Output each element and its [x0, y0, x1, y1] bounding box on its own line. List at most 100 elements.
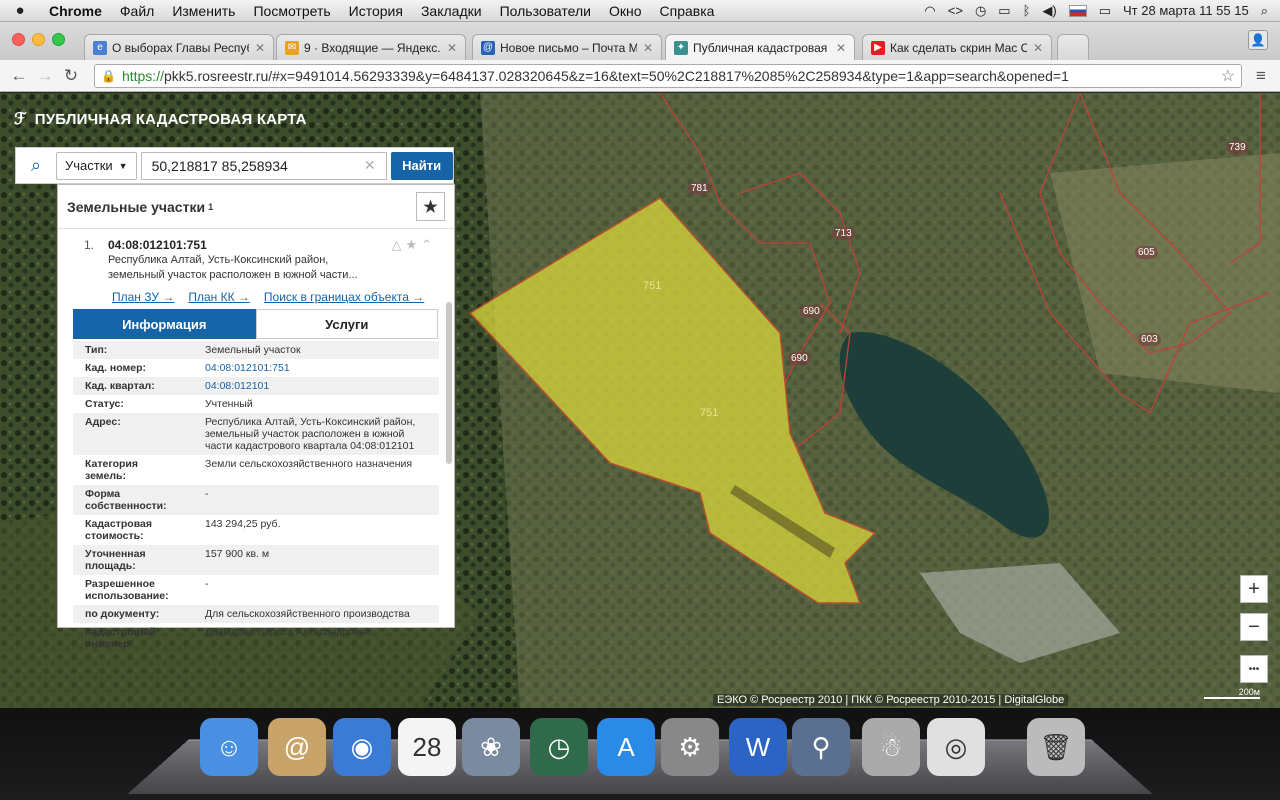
menu-bookmarks[interactable]: Закладки	[412, 3, 491, 19]
profile-icon[interactable]: 👤	[1248, 30, 1268, 50]
tab-services[interactable]: Услуги	[255, 309, 438, 339]
close-tab-icon[interactable]: ✕	[643, 41, 653, 55]
menu-people[interactable]: Пользователи	[491, 3, 600, 19]
zoom-window-icon[interactable]	[52, 33, 65, 46]
menu-icon[interactable]: ≡	[1248, 66, 1274, 86]
reload-icon[interactable]: ↻	[58, 66, 84, 86]
close-window-icon[interactable]	[12, 33, 25, 46]
system-preferences-icon[interactable]: ⚙	[661, 718, 719, 776]
tab-favicon-icon: ✉	[285, 40, 299, 55]
network-icon[interactable]: ⚲	[792, 718, 850, 776]
selected-parcel-label[interactable]: 751	[697, 407, 721, 420]
info-value: Республика Алтай, Усть-Коксинский район,…	[205, 416, 416, 452]
battery-icon[interactable]: ▭	[1099, 3, 1111, 19]
info-value[interactable]: 04:08:012101	[193, 377, 439, 395]
zoom-in-button[interactable]: +	[1240, 575, 1268, 603]
app-store-icon[interactable]: A	[597, 718, 655, 776]
bookmark-star-icon[interactable]: ☆	[1221, 66, 1235, 86]
search-icon[interactable]: ⌕	[16, 155, 56, 176]
back-icon[interactable]: ←	[6, 66, 32, 86]
forward-icon[interactable]: →	[32, 66, 58, 86]
search-input[interactable]: 50,218817 85,258934 ✕	[140, 151, 387, 180]
close-tab-icon[interactable]: ✕	[1033, 41, 1043, 55]
display-icon[interactable]: ▭	[998, 3, 1010, 19]
time-machine-icon[interactable]: ◷	[975, 3, 986, 19]
calendar-icon[interactable]: 28	[398, 718, 456, 776]
star-icon[interactable]: ★	[405, 237, 421, 252]
bluetooth-icon[interactable]: ᛒ	[1023, 3, 1031, 18]
menu-help[interactable]: Справка	[651, 3, 724, 19]
info-key: Кадастровый инженер:	[85, 626, 156, 650]
mac-dock: ☺ @ ◉ 28 ❀ ◷ A ⚙ W ⚲ ☃ ◎ 🗑	[0, 708, 1280, 800]
time-machine-icon[interactable]: ◷	[530, 718, 588, 776]
close-tab-icon[interactable]: ✕	[255, 41, 265, 55]
browser-tab[interactable]: ✦ Публичная кадастровая к ✕	[665, 34, 855, 60]
info-value: -	[205, 488, 209, 500]
close-tab-icon[interactable]: ✕	[447, 41, 457, 55]
zoom-out-button[interactable]: −	[1240, 613, 1268, 641]
clock[interactable]: Чт 28 марта 11 55 15	[1123, 3, 1249, 18]
menu-history[interactable]: История	[340, 3, 412, 19]
input-source-flag-icon[interactable]	[1068, 4, 1087, 17]
collapse-icon[interactable]: ⌃	[421, 237, 436, 252]
parcel-label[interactable]: 605	[1135, 246, 1158, 259]
close-tab-icon[interactable]: ✕	[836, 41, 846, 55]
plan-kk-link[interactable]: План КК →	[188, 290, 250, 304]
word-icon[interactable]: W	[729, 718, 787, 776]
info-key: Уточненная площадь:	[85, 548, 146, 572]
trash-icon[interactable]: 🗑	[1027, 718, 1085, 776]
code-icon[interactable]: <>	[948, 3, 963, 18]
info-value: 143 294,25 руб.	[205, 518, 281, 530]
selected-parcel-label[interactable]: 751	[640, 280, 664, 293]
new-tab-button[interactable]	[1057, 34, 1089, 60]
parcel-label[interactable]: 739	[1226, 141, 1249, 154]
parcel-label[interactable]: 690	[788, 352, 811, 365]
more-options-button[interactable]: •••	[1240, 655, 1268, 683]
menu-file[interactable]: Файл	[111, 3, 163, 19]
warning-icon[interactable]: △	[391, 237, 405, 252]
finder-icon[interactable]: ☺	[200, 718, 258, 776]
favorite-star-icon[interactable]: ★	[416, 192, 445, 221]
menu-window[interactable]: Окно	[600, 3, 651, 19]
contacts-icon[interactable]: @	[268, 718, 326, 776]
minimize-window-icon[interactable]	[32, 33, 45, 46]
parcel-label[interactable]: 690	[800, 305, 823, 318]
map-view[interactable]: 781 713 739 605 690 690 603 751 751 ℱ ПУ…	[0, 93, 1280, 708]
info-value[interactable]: 04:08:012101:751	[193, 359, 439, 377]
info-key: Категория земель:	[85, 458, 139, 482]
menu-app-name[interactable]: Chrome	[40, 3, 111, 19]
tab-title: 9 · Входящие — Яндекс.П	[304, 40, 441, 55]
spotlight-icon[interactable]: ⌕	[1261, 3, 1268, 19]
browser-tab[interactable]: ▶ Как сделать скрин Mac O ✕	[862, 34, 1052, 60]
search-within-link[interactable]: Поиск в границах объекта →	[264, 290, 424, 304]
info-value: Земли сельскохозяйственного назначения	[205, 458, 413, 470]
facetime-icon[interactable]: ◉	[333, 718, 391, 776]
url-scheme: https://	[121, 67, 164, 84]
parcel-label[interactable]: 603	[1138, 333, 1161, 346]
result-item[interactable]: 1. △★⌃ 04:08:012101:751 Республика Алтай…	[58, 232, 454, 653]
parcel-label[interactable]: 713	[832, 227, 855, 240]
clear-icon[interactable]: ✕	[364, 157, 376, 174]
browser-tab[interactable]: e О выборах Главы Республ ✕	[84, 34, 274, 60]
search-type-select[interactable]: Участки ▼	[56, 151, 137, 180]
volume-icon[interactable]: ◀)	[1042, 3, 1056, 19]
browser-tab[interactable]: @ Новое письмо – Почта Ma ✕	[472, 34, 662, 60]
chrome-icon[interactable]: ◎	[927, 718, 985, 776]
photo-icon[interactable]: ❀	[462, 718, 520, 776]
info-key: Кадастровая стоимость:	[85, 518, 152, 542]
info-key: Тип:	[85, 344, 108, 356]
menu-view[interactable]: Посмотреть	[244, 3, 339, 19]
menu-edit[interactable]: Изменить	[163, 3, 244, 19]
parcel-label[interactable]: 781	[688, 182, 711, 195]
find-button[interactable]: Найти	[390, 151, 453, 180]
panel-heading: Земельные участки	[67, 198, 206, 215]
tab-favicon-icon: ✦	[674, 40, 688, 55]
apple-icon[interactable]: ●	[0, 2, 40, 19]
panel-scrollbar[interactable]	[446, 302, 452, 464]
tab-info[interactable]: Информация	[73, 309, 256, 339]
wifi-icon[interactable]: ◠	[924, 3, 935, 19]
automator-icon[interactable]: ☃	[862, 718, 920, 776]
address-bar[interactable]: 🔒 https:// pkk5.rosreestr.ru/#x=9491014.…	[94, 63, 1242, 88]
browser-tab[interactable]: ✉ 9 · Входящие — Яндекс.П ✕	[276, 34, 466, 60]
plan-zu-link[interactable]: План ЗУ →	[112, 290, 174, 304]
